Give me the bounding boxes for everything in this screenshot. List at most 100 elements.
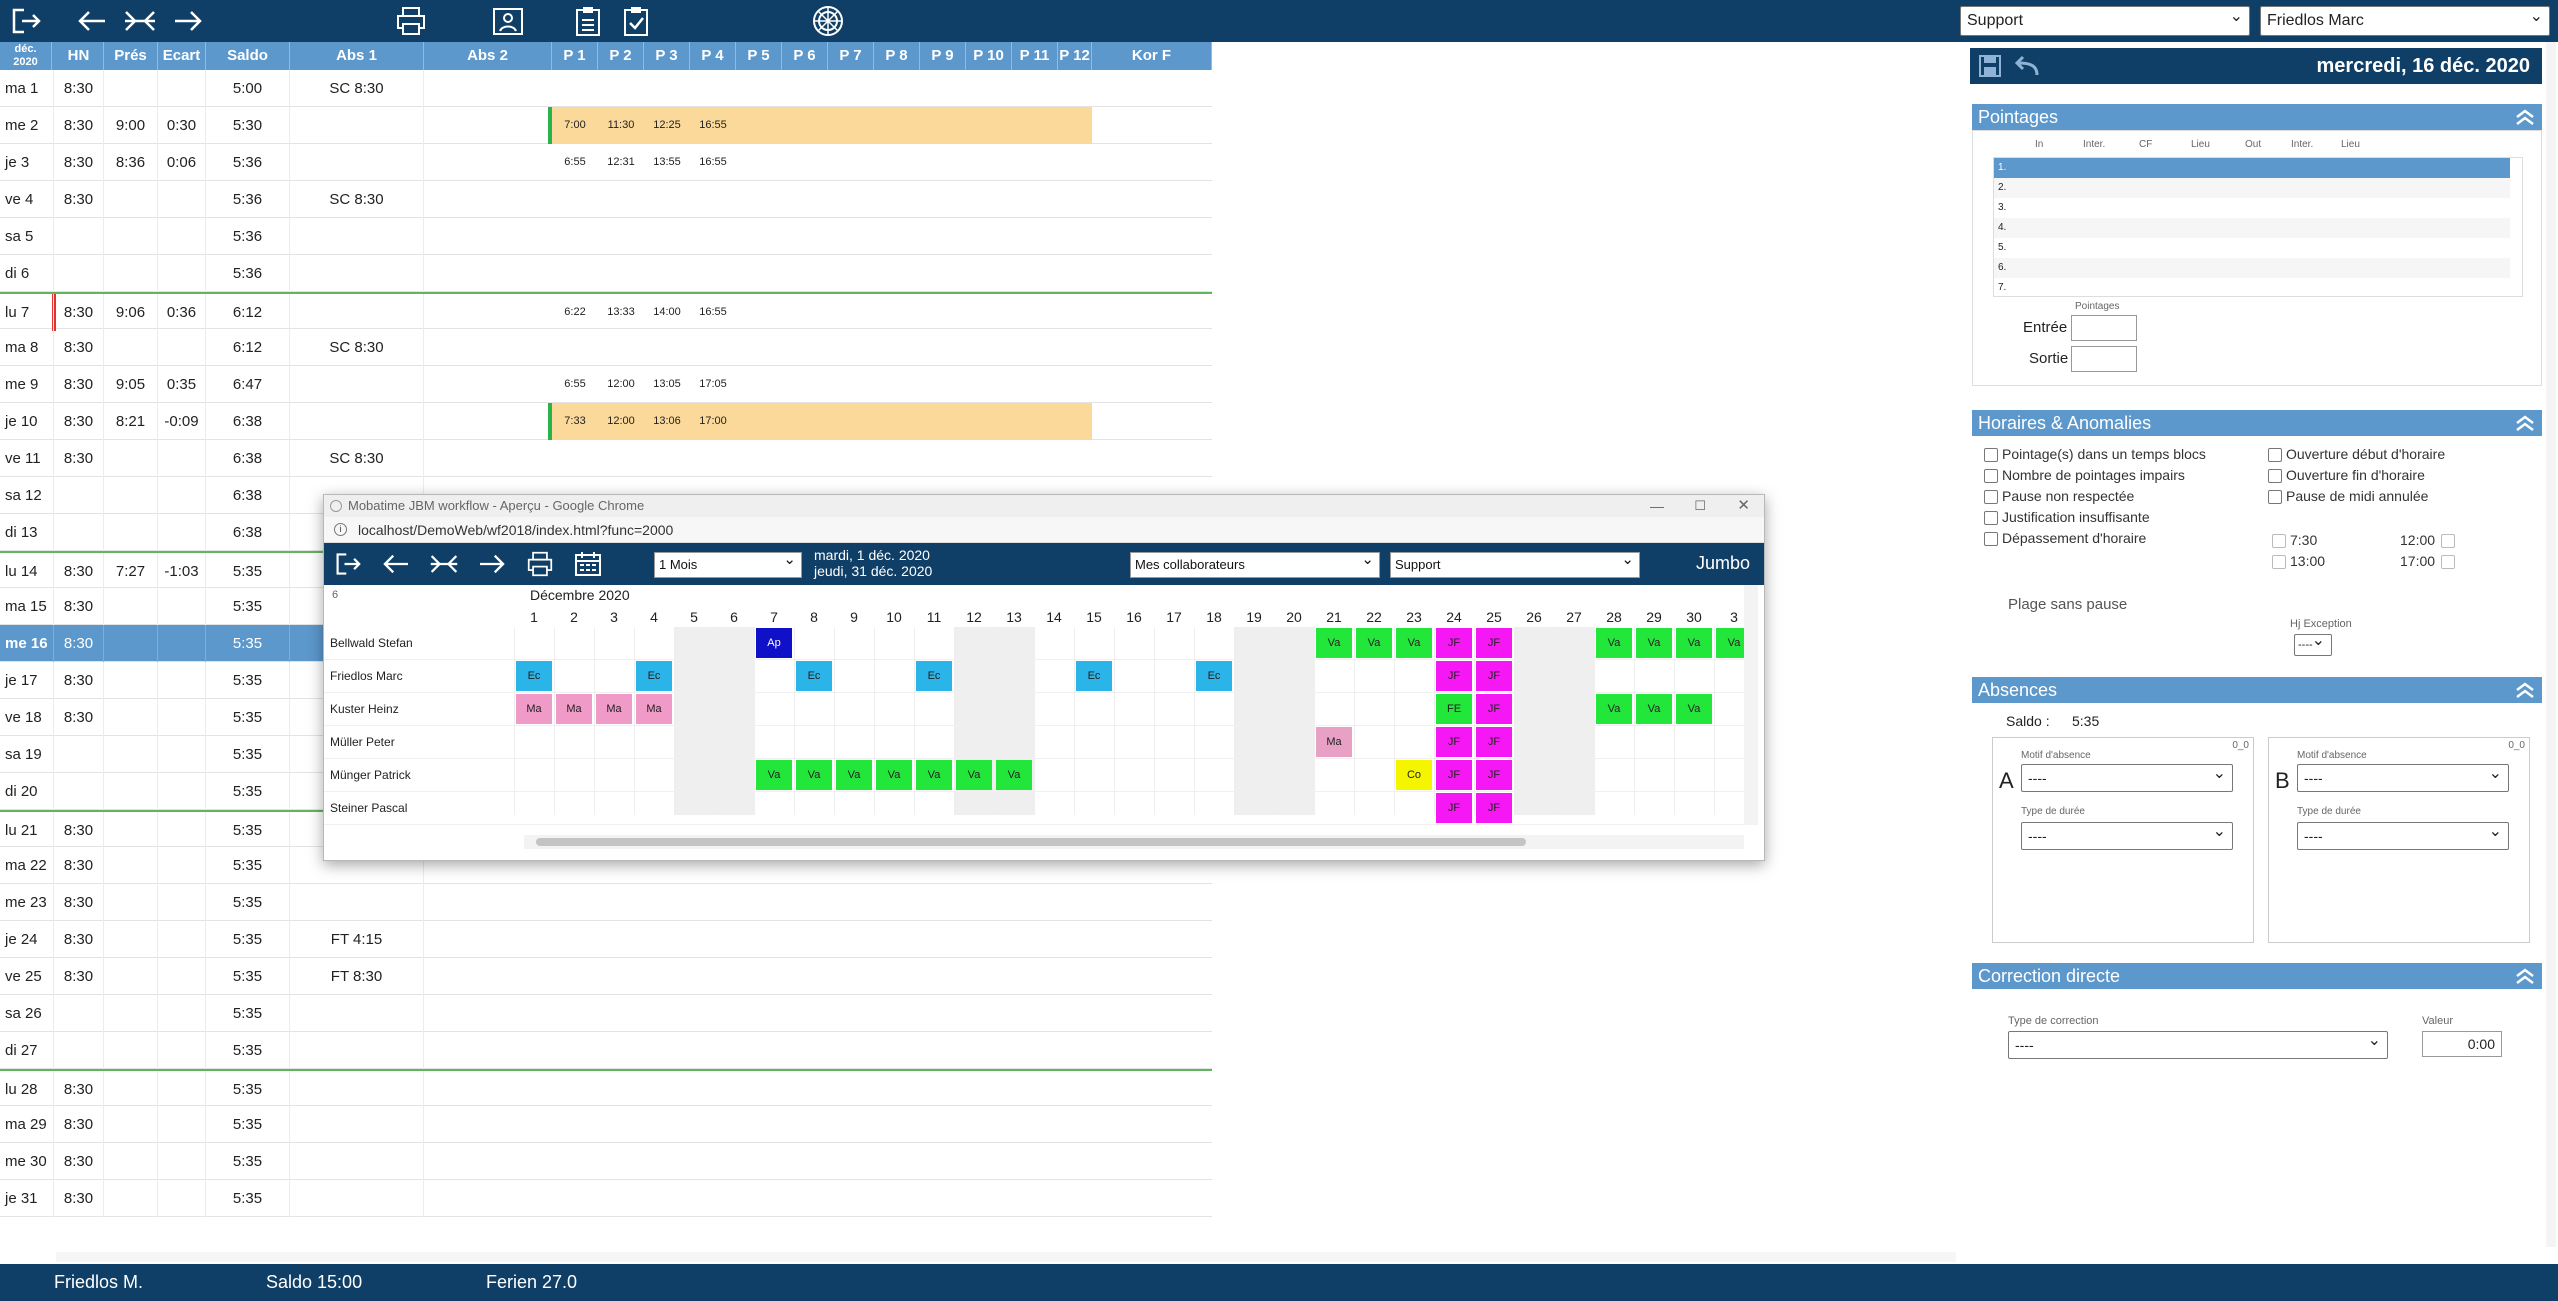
collapse-chevron-icon[interactable] [2514,680,2536,700]
entree-input[interactable] [2071,315,2137,341]
day-row[interactable]: je 24 8:30 5:35 FT 4:15 [0,921,1212,958]
motif-a-select[interactable]: ---- [2021,761,2233,792]
correction-type-select[interactable]: ---- [2008,1028,2388,1059]
punch-time[interactable]: 7:00 [552,107,598,144]
planning-entry[interactable]: Va [996,760,1032,790]
punch-time[interactable]: 14:00 [644,294,690,331]
day-row[interactable]: sa 26 5:35 [0,995,1212,1032]
planning-entry[interactable]: Ma [596,694,632,724]
duree-b-select[interactable]: ---- [2297,819,2509,850]
planning-entry[interactable]: JF [1476,694,1512,724]
popup-vertical-scrollbar[interactable] [1744,585,1758,825]
punch-time[interactable]: 6:55 [552,144,598,181]
minimize-icon[interactable]: — [1650,495,1664,517]
clipboard-check-icon[interactable] [618,4,654,38]
punch-time[interactable]: 17:00 [690,403,736,440]
print-icon[interactable] [393,4,429,38]
checkbox[interactable] [1984,511,1998,526]
planning-entry[interactable]: Ec [916,661,952,691]
anomaly-checkbox[interactable]: Pause de midi annulée [2268,488,2428,505]
pointage-row[interactable]: 5. [1994,238,2510,258]
collapse-icon[interactable] [428,549,460,579]
day-row[interactable]: me 30 8:30 5:35 [0,1143,1212,1180]
column-header[interactable]: P 7 [828,42,874,70]
day-row[interactable]: ma 8 8:30 6:12 SC 8:30 [0,329,1212,366]
column-header[interactable]: HN [54,42,104,70]
period-select[interactable]: 1 Mois [654,548,802,578]
day-row[interactable]: lu 28 8:30 5:35 [0,1069,1212,1108]
correction-section-header[interactable]: Correction directe [1972,963,2542,989]
planning-entry[interactable]: Va [876,760,912,790]
day-row[interactable]: lu 7 8:30 9:06 0:36 6:12 6:22 13:33 14:00 16:55 [0,292,1212,331]
planning-entry[interactable]: JF [1436,760,1472,790]
anomaly-checkbox[interactable]: Justification insuffisante [1984,509,2150,526]
punch-time[interactable]: 13:05 [644,366,690,403]
planning-entry[interactable]: Co [1396,760,1432,790]
planning-entry[interactable]: JF [1436,661,1472,691]
pointage-row[interactable]: 3. [1994,198,2510,218]
maximize-icon[interactable]: ☐ [1694,495,1706,517]
day-row[interactable]: je 31 8:30 5:35 [0,1180,1212,1217]
planning-entry[interactable]: JF [1476,628,1512,658]
person-select[interactable]: Friedlos Marc [2260,3,2550,36]
planning-entry[interactable]: Va [1596,694,1632,724]
punch-time[interactable]: 13:55 [644,144,690,181]
pointage-row[interactable]: 7. [1994,278,2510,298]
day-row[interactable]: sa 5 5:36 [0,218,1212,255]
checkbox[interactable] [1984,448,1998,463]
arrow-right-icon[interactable] [476,549,508,579]
planning-entry[interactable]: FE [1436,694,1472,724]
day-row[interactable]: ve 11 8:30 6:38 SC 8:30 [0,440,1212,477]
planning-entry[interactable]: Va [1636,628,1672,658]
popup-horizontal-scrollbar[interactable] [524,835,1744,849]
day-row[interactable]: me 2 8:30 9:00 0:30 5:30 7:00 11:30 12:25 16:55 [0,107,1212,144]
employee-name[interactable]: Kuster Heinz [330,702,399,716]
column-header[interactable]: P 9 [920,42,966,70]
column-header[interactable]: P 3 [644,42,690,70]
grid-horizontal-scrollbar[interactable] [56,1252,1956,1262]
anomaly-checkbox[interactable]: Pointage(s) dans un temps blocs [1984,446,2206,463]
absences-section-header[interactable]: Absences [1972,677,2542,703]
checkbox[interactable] [1984,469,1998,484]
planning-entry[interactable]: Ec [636,661,672,691]
column-header[interactable]: Abs 2 [424,42,552,70]
checkbox[interactable] [2268,490,2282,505]
checkbox[interactable] [2268,448,2282,463]
day-row[interactable]: ve 4 8:30 5:36 SC 8:30 [0,181,1212,218]
collapse-icon[interactable] [122,4,158,38]
popup-address-bar[interactable]: i localhost/DemoWeb/wf2018/index.html?fu… [324,517,1764,543]
employee-name[interactable]: Steiner Pascal [330,801,407,815]
time-check-0[interactable]: 7:30 [2272,532,2317,549]
employee-name[interactable]: Bellwald Stefan [330,636,413,650]
planning-entry[interactable]: Va [796,760,832,790]
planning-entry[interactable]: Va [1676,694,1712,724]
punch-time[interactable]: 6:55 [552,366,598,403]
planning-entry[interactable]: Ec [796,661,832,691]
day-row[interactable]: di 6 5:36 [0,255,1212,292]
day-row[interactable]: di 27 5:35 [0,1032,1212,1069]
planning-entry[interactable]: Va [1356,628,1392,658]
group-select[interactable]: Support [1960,3,2250,36]
planning-entry[interactable]: Va [1396,628,1432,658]
punch-time[interactable]: 12:00 [598,403,644,440]
column-header[interactable]: P 8 [874,42,920,70]
pointage-row[interactable]: 2. [1994,178,2510,198]
settings-wheel-icon[interactable] [810,4,846,38]
logout-icon[interactable] [332,549,364,579]
planning-entry[interactable]: JF [1476,760,1512,790]
day-row[interactable]: je 10 8:30 8:21 -0:09 6:38 7:33 12:00 13:06 17:0… [0,403,1212,440]
calendar-icon[interactable] [572,549,604,579]
pointage-row[interactable]: 6. [1994,258,2510,278]
planning-entry[interactable]: Ma [556,694,592,724]
right-panel-scrollbar[interactable] [2546,42,2556,1247]
employee-name[interactable]: Müller Peter [330,735,395,749]
collapse-chevron-icon[interactable] [2514,413,2536,433]
punch-time[interactable]: 12:25 [644,107,690,144]
planning-entry[interactable]: JF [1436,628,1472,658]
column-header[interactable]: Saldo [206,42,290,70]
column-header[interactable]: P 4 [690,42,736,70]
logout-icon[interactable] [8,4,44,38]
collaborateurs-select[interactable]: Mes collaborateurs [1130,548,1380,578]
planning-entry[interactable]: Va [1636,694,1672,724]
motif-b-select[interactable]: ---- [2297,761,2509,792]
